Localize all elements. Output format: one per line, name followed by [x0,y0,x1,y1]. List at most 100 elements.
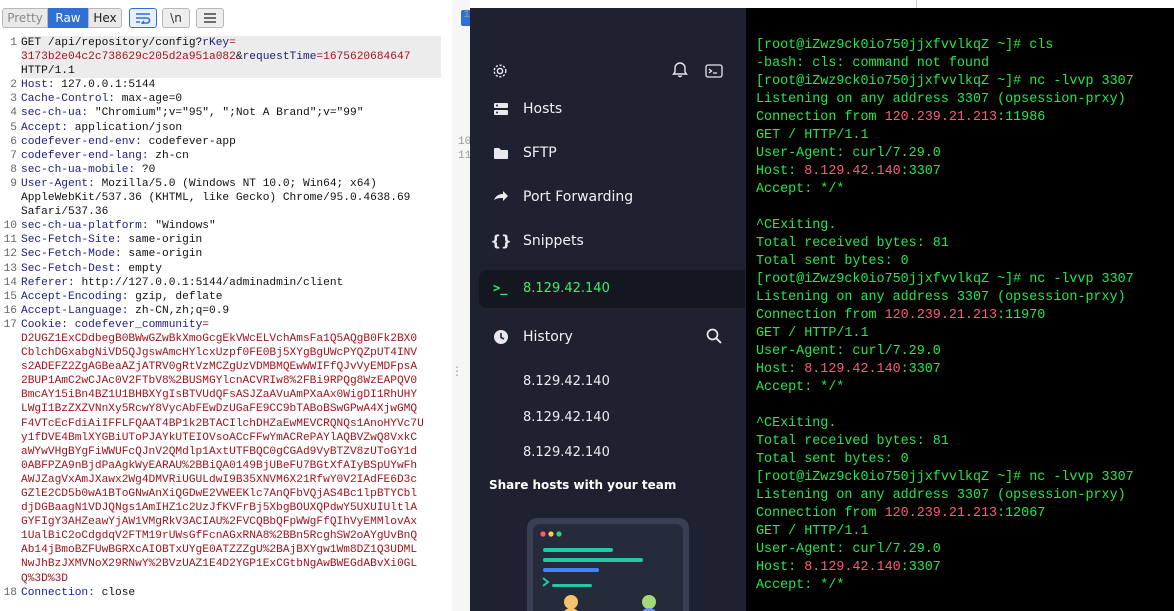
wrap-lines-icon[interactable] [129,8,157,28]
background-line-number: 11 [458,149,472,162]
terminal-line: User-Agent: curl/7.29.0 [756,145,1134,163]
header-name: sec-ch-ua: [21,107,95,120]
terminal-line: ^CExiting. [756,415,1134,433]
ip-address: 120.239.21.213 [884,308,998,323]
line-number: 7 [10,149,17,162]
nav-sftp-label: SFTP [523,145,557,161]
line-text: sec-ch-ua: "Chromium";v="95", ";Not A Br… [21,106,441,120]
header-name: Host: [21,79,62,92]
terminal-icon[interactable] [705,63,723,82]
newline-icon[interactable]: \n [162,8,190,28]
request-line[interactable]: 9 User-Agent: Mozilla/5.0 (Windows NT 10.… [0,177,452,219]
line-value: GET /api/repository/config? [21,37,203,49]
line-number: 13 [3,262,17,275]
header-name: codefever-end-lang: [21,149,156,162]
nav-snippets[interactable]: {} Snippets [470,221,746,261]
drag-handle-icon[interactable]: ⋮ [451,364,463,378]
background-line-number [458,107,470,121]
line-value: max-age=0 [121,93,183,106]
terminal-text: User-Agent: curl/7.29.0 [756,542,941,557]
terminal-text: GET / HTTP/1.1 [756,326,869,341]
terminal-line: Total received bytes: 81 [756,433,1134,451]
line-number: 10 [3,220,17,233]
nav-port-forwarding[interactable]: Port Forwarding [470,177,746,217]
history-item[interactable]: 8.129.42.140 [523,410,610,425]
request-line[interactable]: 16 Accept-Language: zh-CN,zh;q=0.9 [0,304,452,318]
ip-address: 8.129.42.140 [804,164,901,179]
line-value: 127.0.0.1:5144 [61,79,156,92]
line-text: Accept-Encoding: gzip, deflate [21,290,441,304]
active-session-host[interactable]: >_ 8.129.42.140 [479,270,745,308]
line-text: Accept: application/json [21,121,441,135]
tab-pretty[interactable]: Pretty [2,8,48,28]
request-line[interactable]: 12 Sec-Fetch-Mode: same-origin [0,247,452,261]
window-edge [916,0,1174,8]
terminal-line: Total sent bytes: 0 [756,253,1134,271]
line-number: 9 [10,177,17,190]
history-item[interactable]: 8.129.42.140 [523,374,610,389]
header-name: codefever-end-env: [21,135,149,148]
request-line[interactable]: 8 sec-ch-ua-mobile: ?0 [0,163,452,177]
line-number: 1 [10,37,17,49]
request-line[interactable]: 5 Accept: application/json [0,121,452,135]
line-value: close [101,586,136,599]
terminal-text: :11986 [997,110,1046,125]
termius-sidebar: Hosts SFTP Port Forwarding {} Snippets >… [470,8,746,611]
nav-port-forwarding-label: Port Forwarding [523,189,634,205]
gear-icon[interactable] [492,63,508,83]
terminal-text: Listening on any address 3307 (opsession… [756,92,1126,107]
line-number: 3 [10,93,17,106]
header-name: sec-ch-ua-platform: [21,220,156,233]
request-line[interactable]: 2 Host: 127.0.0.1:5144 [0,78,452,92]
terminal-line: [root@iZwz9ck0io750jjxfvvlkqZ ~]# nc -lv… [756,469,1134,487]
menu-icon[interactable] [196,8,224,28]
editor-toolbar: Pretty Raw Hex \n [0,0,452,36]
request-line[interactable]: 4 sec-ch-ua: "Chromium";v="95", ";Not A B… [0,106,452,120]
request-line[interactable]: 13 Sec-Fetch-Dest: empty [0,262,452,276]
terminal-text: Connection from [756,308,885,323]
line-value: codefever-app [148,135,236,148]
terminal-line: Connection from 120.239.21.213:11986 [756,109,1134,127]
request-line[interactable]: 18 Connection: close [0,586,452,600]
line-number: 2 [10,79,17,92]
terminal-text: Host: [756,560,805,575]
search-icon[interactable] [706,328,722,348]
tab-hex[interactable]: Hex [88,8,122,28]
terminal-output[interactable]: [root@iZwz9ck0io750jjxfvvlkqZ ~]# cls -ba… [746,8,1174,611]
request-line[interactable]: 6 codefever-end-env: codefever-app [0,135,452,149]
terminal-line: Total received bytes: 81 [756,235,1134,253]
line-text: codefever-end-env: codefever-app [21,135,441,149]
terminal-text: ^CExiting. [756,218,837,233]
line-value: http://127.0.0.1:5144/adminadmin/client [81,276,344,289]
terminal-line: Listening on any address 3307 (opsession… [756,91,1134,109]
nav-sftp[interactable]: SFTP [470,133,746,173]
request-line[interactable]: 15 Accept-Encoding: gzip, deflate [0,290,452,304]
history-item[interactable]: 8.129.42.140 [523,445,610,457]
request-line[interactable]: 3 Cache-Control: max-age=0 [0,92,452,106]
clock-icon [492,328,510,346]
tab-raw[interactable]: Raw [48,8,88,28]
header-name: Sec-Fetch-Dest: [21,262,129,275]
line-value: "Chromium";v="95", ";Not A Brand";v="99" [94,107,364,120]
terminal-line: [root@iZwz9ck0io750jjxfvvlkqZ ~]# nc -lv… [756,271,1134,289]
history-header[interactable]: History [470,317,746,357]
ip-address: 8.129.42.140 [804,560,901,575]
terminal-text: Total sent bytes: 0 [756,452,909,467]
request-line[interactable]: 17 Cookie: codefever_community= D2UGZ1ExC… [0,318,452,586]
terminal-text: -bash: cls: command not found [756,56,990,71]
request-line[interactable]: 1 GET /api/repository/config?rKey= 3173b2… [0,36,452,79]
terminal-text: User-Agent: curl/7.29.0 [756,344,941,359]
nav-hosts[interactable]: Hosts [470,89,746,129]
request-line[interactable]: 11 Sec-Fetch-Site: same-origin [0,233,452,247]
history-label: History [523,329,573,345]
bell-icon[interactable] [672,60,688,82]
request-line[interactable]: 10 sec-ch-ua-platform: "Windows" [0,219,452,233]
line-text: Host: 127.0.0.1:5144 [21,78,441,92]
request-body[interactable]: 1 GET /api/repository/config?rKey= 3173b2… [0,36,452,600]
line-value: empty [128,262,162,275]
request-line[interactable]: 14 Referer: http://127.0.0.1:5144/adminad… [0,276,452,290]
request-line[interactable]: 7 codefever-end-lang: zh-cn [0,149,452,163]
terminal-text: Listening on any address 3307 (opsession… [756,290,1126,305]
line-value: & [235,51,243,64]
